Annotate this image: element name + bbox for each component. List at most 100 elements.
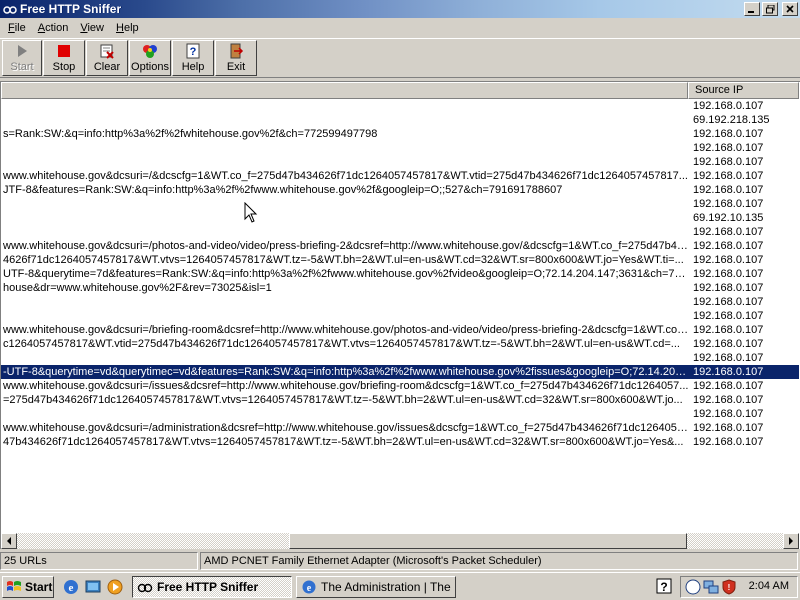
source-ip-cell: 192.168.0.107 [693, 394, 764, 406]
url-cell: 47b434626f71dc1264057457817&WT.vtvs=1264… [3, 436, 684, 448]
restore-button[interactable] [762, 2, 778, 16]
arrow-left-icon [7, 537, 11, 545]
table-row[interactable]: www.whitehouse.gov&dcsuri=/issues&dcsref… [1, 379, 799, 393]
scroll-right-button[interactable] [783, 533, 799, 549]
network-compass-icon[interactable] [685, 579, 701, 595]
start-label: Start [25, 580, 53, 594]
task-browser-window[interactable]: e The Administration | The ... [296, 576, 456, 598]
source-ip-cell: 192.168.0.107 [693, 282, 764, 294]
source-ip-cell: 192.168.0.107 [693, 436, 764, 448]
source-ip-cell: 192.168.0.107 [693, 408, 764, 420]
table-row[interactable]: 47b434626f71dc1264057457817&WT.vtvs=1264… [1, 435, 799, 449]
list-body[interactable]: 192.168.0.107 69.192.218.135 s=Rank:SW:&q=… [1, 99, 799, 533]
source-ip-cell: 192.168.0.107 [693, 296, 764, 308]
table-row[interactable]: 192.168.0.107 [1, 295, 799, 309]
security-shield-icon[interactable]: ! [721, 579, 737, 595]
scroll-left-button[interactable] [1, 533, 17, 549]
minimize-icon [748, 11, 754, 13]
table-row[interactable]: www.whitehouse.gov&dcsuri=/photos-and-vi… [1, 239, 799, 253]
source-ip-cell: 192.168.0.107 [693, 422, 764, 434]
close-button[interactable] [782, 2, 798, 16]
table-row[interactable]: 4626f71dc1264057457817&WT.vtvs=126405745… [1, 253, 799, 267]
table-row[interactable]: 192.168.0.107 [1, 155, 799, 169]
exit-door-icon [230, 43, 244, 59]
stop-button[interactable]: Stop [43, 40, 85, 76]
help-button[interactable]: ? Help [172, 40, 214, 76]
start-menu-button[interactable]: Start [2, 576, 54, 598]
table-row[interactable]: 192.168.0.107 [1, 197, 799, 211]
horizontal-scrollbar[interactable] [1, 533, 799, 549]
table-row[interactable]: =275d47b434626f71dc1264057457817&WT.vtvs… [1, 393, 799, 407]
start-button[interactable]: Start [2, 40, 42, 76]
table-row[interactable]: www.whitehouse.gov&dcsuri=/briefing-room… [1, 323, 799, 337]
column-header-source-ip[interactable]: Source IP [688, 82, 799, 99]
url-cell: JTF-8&features=Rank:SW:&q=info:http%3a%2… [3, 184, 563, 196]
menu-view-label: iew [87, 22, 104, 34]
url-cell: www.whitehouse.gov&dcsuri=/issues&dcsref… [3, 380, 689, 392]
table-row[interactable]: c1264057457817&WT.vtid=275d47b434626f71d… [1, 337, 799, 351]
table-row[interactable]: 192.168.0.107 [1, 99, 799, 113]
table-row[interactable]: www.whitehouse.gov&dcsuri=/administratio… [1, 421, 799, 435]
ie-page-icon: e [302, 580, 316, 594]
table-row[interactable]: 192.168.0.107 [1, 407, 799, 421]
clock[interactable]: 2:04 AM [749, 580, 789, 592]
menu-help[interactable]: Help [110, 22, 145, 34]
table-row[interactable]: 192.168.0.107 [1, 351, 799, 365]
source-ip-cell: 192.168.0.107 [693, 352, 764, 364]
taskbar: Start e Free HTTP Sniffer e The Administ… [0, 572, 800, 600]
source-ip-cell: 192.168.0.107 [693, 365, 799, 379]
menu-file-key: F [8, 22, 15, 34]
table-row[interactable]: UTF-8&querytime=7d&features=Rank:SW:&q=i… [1, 267, 799, 281]
source-ip-cell: 69.192.218.135 [693, 114, 770, 126]
url-list[interactable]: Source IP 192.168.0.107 69.192.218.135 s=R… [0, 81, 800, 549]
exit-button-label: Exit [226, 61, 246, 73]
windows-flag-icon [7, 581, 21, 591]
task-free-http-sniffer[interactable]: Free HTTP Sniffer [132, 576, 292, 598]
source-ip-cell: 192.168.0.107 [693, 156, 764, 168]
help-tray-icon[interactable]: ? [656, 578, 672, 594]
network-connection-icon[interactable] [703, 579, 719, 595]
menu-help-key: H [116, 22, 124, 34]
window-title: Free HTTP Sniffer [20, 2, 122, 16]
title-bar[interactable]: Free HTTP Sniffer [0, 0, 800, 18]
table-row[interactable]: -UTF-8&querytime=vd&querytimec=vd&featur… [1, 365, 799, 379]
menu-help-label: elp [123, 22, 139, 34]
menu-action-key: A [37, 22, 46, 34]
source-ip-cell: 192.168.0.107 [693, 100, 764, 112]
column-header-url[interactable] [1, 82, 688, 99]
table-row[interactable]: www.whitehouse.gov&dcsuri=/&dcscfg=1&WT.… [1, 169, 799, 183]
clear-button[interactable]: Clear [86, 40, 128, 76]
url-cell: c1264057457817&WT.vtid=275d47b434626f71d… [3, 338, 680, 350]
media-player-icon[interactable] [106, 578, 124, 596]
source-ip-cell: 192.168.0.107 [693, 338, 764, 350]
source-ip-cell: 192.168.0.107 [693, 142, 764, 154]
svg-text:e: e [307, 583, 312, 594]
menu-action[interactable]: Action [32, 22, 75, 34]
table-row[interactable]: house&dr=www.whitehouse.gov%2F&rev=73025… [1, 281, 799, 295]
show-desktop-icon[interactable] [84, 578, 102, 596]
minimize-button[interactable] [744, 2, 760, 16]
menu-file[interactable]: File [2, 22, 32, 34]
menu-file-label: ile [14, 22, 26, 34]
options-button[interactable]: Options [129, 40, 171, 76]
table-row[interactable]: s=Rank:SW:&q=info:http%3a%2f%2fwhitehous… [1, 127, 799, 141]
table-row[interactable]: 192.168.0.107 [1, 225, 799, 239]
table-row[interactable]: JTF-8&features=Rank:SW:&q=info:http%3a%2… [1, 183, 799, 197]
menu-view[interactable]: View [74, 22, 110, 34]
clear-eraser-icon [100, 44, 114, 59]
table-row[interactable]: 192.168.0.107 [1, 141, 799, 155]
source-ip-cell: 192.168.0.107 [693, 184, 764, 196]
options-shapes-icon [143, 45, 157, 58]
table-row[interactable]: 69.192.10.135 [1, 211, 799, 225]
url-cell: www.whitehouse.gov&dcsuri=/photos-and-vi… [3, 240, 689, 252]
menu-bar: File Action View Help [0, 18, 800, 38]
sniffer-glasses-icon [137, 583, 153, 593]
ie-icon[interactable]: e [62, 578, 80, 596]
table-row[interactable]: 69.192.218.135 [1, 113, 799, 127]
url-cell: www.whitehouse.gov&dcsuri=/&dcscfg=1&WT.… [3, 170, 688, 182]
scrollbar-thumb[interactable] [289, 533, 687, 549]
stop-button-label: Stop [52, 61, 76, 73]
status-bar: 25 URLs AMD PCNET Family Ethernet Adapte… [0, 552, 800, 570]
exit-button[interactable]: Exit [215, 40, 257, 76]
table-row[interactable]: 192.168.0.107 [1, 309, 799, 323]
